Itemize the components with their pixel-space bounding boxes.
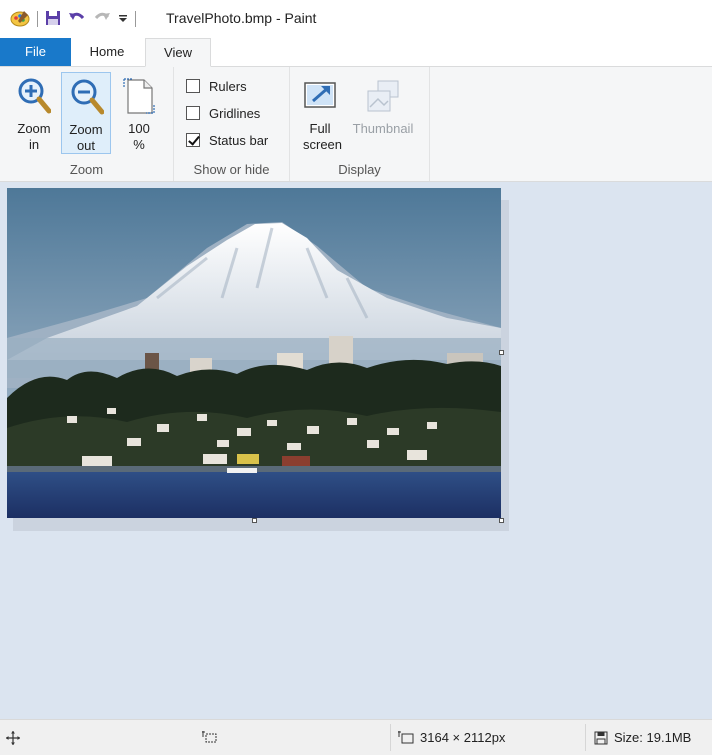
window-title: TravelPhoto.bmp - Paint	[166, 10, 317, 26]
gridlines-label: Gridlines	[209, 105, 261, 121]
thumbnail-icon	[367, 80, 399, 112]
gridlines-checkbox-box[interactable]	[186, 106, 200, 120]
thumbnail-label: Thumbnail	[352, 121, 414, 136]
tab-file[interactable]: File	[0, 38, 71, 66]
actual-size-label: 100 %	[128, 121, 150, 152]
show-hide-group-label: Show or hide	[193, 162, 270, 177]
file-size: Size: 19.1MB	[594, 720, 691, 755]
thumbnail-button[interactable]: Thumbnail	[348, 72, 418, 154]
status-divider	[390, 724, 391, 751]
zoom-in-button[interactable]: Zoom in	[9, 72, 59, 154]
move-cursor-icon	[6, 730, 20, 745]
image-size-icon	[398, 730, 414, 743]
gridlines-checkbox[interactable]: Gridlines	[186, 103, 260, 123]
page-100-icon	[123, 78, 155, 114]
status-bar: 3164 × 2112px Size: 19.1MB	[0, 719, 712, 755]
customize-qat-icon[interactable]	[118, 12, 128, 27]
image-dimensions-text: 3164 × 2112px	[420, 730, 506, 745]
display-group-label: Display	[338, 162, 381, 177]
tab-home[interactable]: Home	[72, 38, 142, 66]
zoom-in-label: Zoom in	[17, 121, 51, 152]
status-divider	[585, 724, 586, 751]
selection-size	[202, 720, 218, 755]
ribbon: Zoom in Zoom out 100 % Zoom Rulers Gridl…	[0, 67, 712, 182]
title-bar: TravelPhoto.bmp - Paint	[0, 0, 712, 38]
full-screen-icon	[304, 82, 336, 108]
rulers-checkbox-box[interactable]	[186, 79, 200, 93]
actual-size-button[interactable]: 100 %	[114, 72, 164, 154]
save-icon[interactable]	[45, 10, 61, 29]
disk-icon	[594, 731, 608, 744]
redo-icon[interactable]	[93, 10, 111, 29]
status-bar-checkbox-box[interactable]	[186, 133, 200, 147]
cursor-position	[6, 720, 20, 755]
rulers-checkbox[interactable]: Rulers	[186, 76, 247, 96]
show-hide-group: Rulers Gridlines Status bar Show or hide	[174, 67, 290, 181]
resize-handle-corner[interactable]	[499, 518, 504, 523]
display-group: Full screen Thumbnail Display	[290, 67, 430, 181]
travel-photo-image[interactable]	[7, 188, 501, 518]
tab-view[interactable]: View	[145, 38, 211, 67]
full-screen-button[interactable]: Full screen	[295, 72, 345, 154]
selection-icon	[202, 730, 217, 742]
paint-app-icon[interactable]	[10, 9, 30, 30]
zoom-group-label: Zoom	[69, 162, 104, 177]
file-size-text: Size: 19.1MB	[614, 730, 692, 745]
zoom-out-label: Zoom out	[69, 122, 103, 153]
rulers-label: Rulers	[209, 78, 247, 94]
resize-handle-bottom[interactable]	[252, 518, 257, 523]
zoom-out-icon	[71, 79, 104, 115]
canvas-area[interactable]	[0, 182, 712, 719]
ribbon-tabs: File Home View	[0, 38, 712, 67]
status-bar-label: Status bar	[209, 132, 269, 148]
qat-divider	[135, 11, 136, 27]
undo-icon[interactable]	[68, 10, 86, 29]
resize-handle-right[interactable]	[499, 350, 504, 355]
zoom-out-button[interactable]: Zoom out	[61, 72, 111, 154]
quick-access-toolbar	[10, 8, 136, 30]
image-dimensions: 3164 × 2112px	[398, 720, 505, 755]
zoom-in-icon	[18, 78, 51, 114]
full-screen-label: Full screen	[303, 121, 343, 152]
zoom-group: Zoom in Zoom out 100 % Zoom	[0, 67, 174, 181]
qat-divider	[37, 11, 38, 27]
status-bar-checkbox[interactable]: Status bar	[186, 130, 268, 150]
